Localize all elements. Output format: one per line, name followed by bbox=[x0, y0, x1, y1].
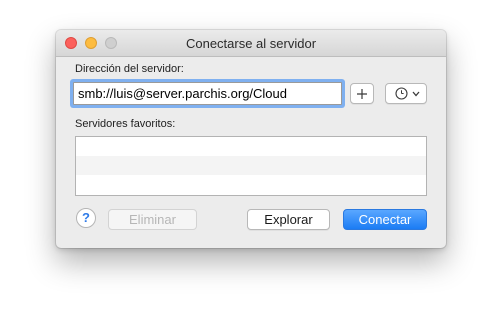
favorite-servers-list[interactable] bbox=[75, 136, 427, 196]
window-title: Conectarse al servidor bbox=[185, 36, 317, 51]
delete-button: Eliminar bbox=[108, 209, 197, 230]
favorite-servers-label: Servidores favoritos: bbox=[75, 118, 176, 130]
chevron-down-icon bbox=[412, 91, 420, 97]
list-item[interactable] bbox=[76, 156, 426, 175]
connect-button[interactable]: Conectar bbox=[343, 209, 427, 230]
title-bar[interactable]: Conectarse al servidor bbox=[56, 30, 446, 57]
help-button[interactable]: ? bbox=[76, 208, 96, 228]
list-item[interactable] bbox=[76, 137, 426, 156]
recent-servers-button[interactable] bbox=[385, 83, 427, 104]
add-favorite-button[interactable] bbox=[350, 83, 374, 104]
server-address-input[interactable] bbox=[73, 82, 342, 105]
clock-icon bbox=[395, 87, 408, 100]
server-address-label: Dirección del servidor: bbox=[75, 63, 184, 75]
connect-to-server-window: Conectarse al servidor Dirección del ser… bbox=[56, 30, 446, 248]
browse-button[interactable]: Explorar bbox=[247, 209, 330, 230]
list-item[interactable] bbox=[76, 175, 426, 194]
plus-icon bbox=[357, 89, 367, 99]
